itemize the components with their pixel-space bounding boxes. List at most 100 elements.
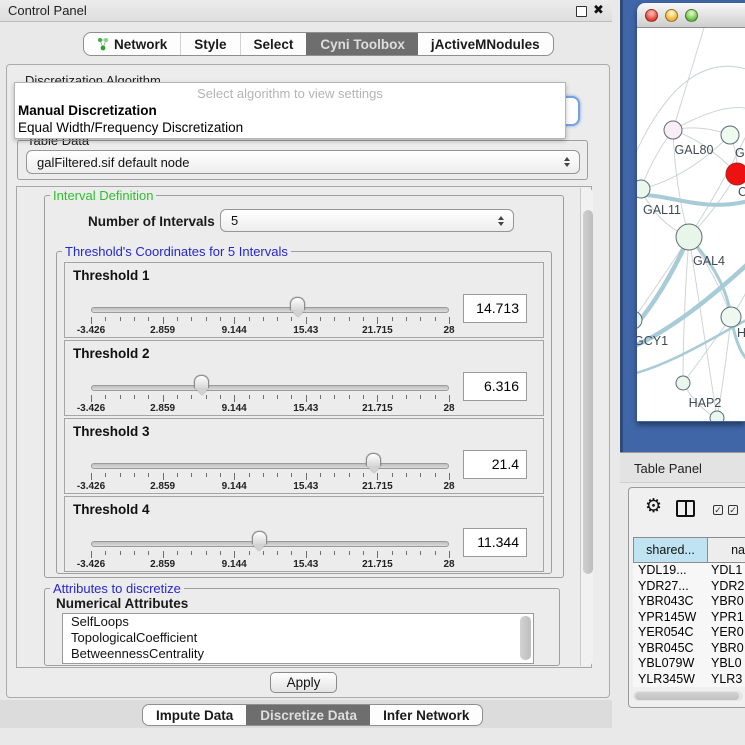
float-window-icon[interactable]: [576, 6, 587, 17]
attribute-item-selfloops[interactable]: SelfLoops: [63, 614, 533, 630]
threshold-label: Threshold 3: [73, 424, 150, 439]
tick-label: 9.144: [222, 481, 247, 492]
node-label: GCY1: [637, 334, 668, 348]
cell-name[interactable]: YBR0: [707, 594, 745, 610]
network-node-gal4[interactable]: [676, 224, 702, 250]
cell-name[interactable]: YDL1: [707, 563, 745, 579]
tab-label: Network: [114, 37, 167, 52]
cell-shared-name[interactable]: YDL19...: [633, 563, 707, 579]
network-node-h[interactable]: [721, 307, 741, 327]
network-node[interactable]: [710, 411, 724, 421]
threshold-value-field[interactable]: 14.713: [463, 294, 527, 323]
network-node-g[interactable]: [721, 126, 739, 144]
tab-label: Cyni Toolbox: [320, 37, 405, 52]
threshold-slider-track[interactable]: [91, 541, 449, 547]
threshold-slider-track[interactable]: [91, 307, 449, 313]
close-traffic-light-icon[interactable]: [645, 9, 658, 22]
tick-label: -3.426: [77, 325, 105, 336]
tick-label: -3.426: [77, 559, 105, 570]
tab-label: Infer Network: [383, 708, 469, 723]
attribute-item-betweennesscentrality[interactable]: BetweennessCentrality: [63, 646, 533, 662]
node-label: GAL11: [643, 203, 681, 217]
tab-network[interactable]: Network: [84, 33, 180, 55]
threshold-panel: Threshold 4 -3.4262.8599.14415.4321.7152…: [64, 496, 544, 572]
threshold-slider-track[interactable]: [91, 385, 449, 391]
tab-jactivemnodules[interactable]: jActiveMNodules: [418, 33, 553, 55]
network-edge[interactable]: [641, 130, 673, 189]
cell-name[interactable]: YDR2: [707, 579, 745, 595]
threshold-slider-handle[interactable]: [194, 375, 209, 395]
algorithm-option-equal-width-frequency[interactable]: Equal Width/Frequency Discretization: [18, 120, 243, 135]
threshold-slider-handle[interactable]: [366, 453, 381, 473]
tab-style[interactable]: Style: [180, 33, 239, 55]
threshold-slider-handle[interactable]: [252, 531, 267, 551]
attributes-scrollbar-thumb[interactable]: [520, 616, 531, 660]
cell-shared-name[interactable]: YDR27...: [633, 579, 707, 595]
table-row[interactable]: YLR345WYLR3: [633, 672, 745, 688]
network-node-gal80[interactable]: [664, 121, 682, 139]
horizontal-scrollbar-thumb[interactable]: [635, 692, 739, 700]
network-edge[interactable]: [637, 237, 689, 336]
table-row[interactable]: YBL079WYBL0: [633, 656, 745, 672]
threshold-value-field[interactable]: 11.344: [463, 528, 527, 557]
tab-select[interactable]: Select: [240, 33, 307, 55]
table-toolbar: ⚙ ✓ ✓: [629, 488, 745, 530]
attr-items: SelfLoopsTopologicalCoefficientBetweenne…: [63, 614, 533, 662]
threshold-label: Threshold 1: [73, 268, 150, 283]
numerical-attributes-list[interactable]: SelfLoopsTopologicalCoefficientBetweenne…: [62, 613, 534, 664]
column-header-shared-name[interactable]: shared...: [634, 538, 708, 562]
table-row[interactable]: YDR27...YDR2: [633, 579, 745, 595]
cell-name[interactable]: YER0: [707, 625, 745, 641]
network-node-hap2[interactable]: [676, 376, 690, 390]
cell-shared-name[interactable]: YPR145W: [633, 610, 707, 626]
network-node-gcy1[interactable]: [637, 311, 642, 329]
gear-icon[interactable]: ⚙: [645, 497, 662, 517]
cell-name[interactable]: YLR3: [707, 672, 745, 688]
table-row[interactable]: YDL19...YDL1: [633, 563, 745, 579]
threshold-slider-track[interactable]: [91, 463, 449, 469]
table-data-combobox[interactable]: galFiltered.sif default node: [26, 150, 580, 174]
network-graph[interactable]: GAL80GCGAL11GAL4GCY1HHAP2: [637, 28, 745, 421]
threshold-slider-handle[interactable]: [290, 297, 305, 317]
network-node-gal11[interactable]: [637, 180, 650, 198]
cell-name[interactable]: YBL0: [707, 656, 745, 672]
cell-name[interactable]: YBR0: [707, 641, 745, 657]
table-row[interactable]: YBR045CYBR0: [633, 641, 745, 657]
algorithm-option-manual-discretization[interactable]: Manual Discretization: [18, 103, 157, 118]
cell-shared-name[interactable]: YLR345W: [633, 672, 707, 688]
tab-infer-network[interactable]: Infer Network: [370, 705, 482, 725]
column-header-name[interactable]: na: [708, 538, 745, 562]
threshold-value-field[interactable]: 6.316: [463, 372, 527, 401]
vertical-scrollbar-thumb[interactable]: [583, 210, 593, 574]
network-canvas[interactable]: GAL80GCGAL11GAL4GCY1HHAP2: [637, 28, 745, 421]
tab-impute-data[interactable]: Impute Data: [143, 705, 246, 725]
checkbox-icon[interactable]: ✓: [713, 505, 723, 515]
horizontal-scrollbar[interactable]: [633, 691, 743, 701]
table-row[interactable]: YER054CYER0: [633, 625, 745, 641]
apply-button[interactable]: Apply: [270, 672, 337, 693]
split-columns-icon[interactable]: [676, 500, 695, 517]
cell-name[interactable]: YPR1: [707, 610, 745, 626]
table-row[interactable]: YPR145WYPR1: [633, 610, 745, 626]
cell-shared-name[interactable]: YBR043C: [633, 594, 707, 610]
table-row[interactable]: YBR043CYBR0: [633, 594, 745, 610]
threshold-value-field[interactable]: 21.4: [463, 450, 527, 479]
checkbox-icon[interactable]: ✓: [728, 505, 738, 515]
tick-label: 15.43: [293, 481, 318, 492]
cell-shared-name[interactable]: YBL079W: [633, 656, 707, 672]
cell-shared-name[interactable]: YBR045C: [633, 641, 707, 657]
table-header-row: shared... na: [633, 537, 745, 563]
number-of-intervals-value: 5: [231, 213, 238, 228]
network-edge[interactable]: [683, 237, 689, 383]
attribute-item-topologicalcoefficient[interactable]: TopologicalCoefficient: [63, 630, 533, 646]
minimize-traffic-light-icon[interactable]: [665, 9, 678, 22]
zoom-traffic-light-icon[interactable]: [685, 9, 698, 22]
vertical-scrollbar[interactable]: [580, 188, 593, 666]
tab-discretize-data[interactable]: Discretize Data: [246, 705, 370, 725]
network-node-c[interactable]: [726, 163, 745, 185]
number-of-intervals-combobox[interactable]: 5: [220, 209, 514, 232]
tab-cyni-toolbox[interactable]: Cyni Toolbox: [306, 33, 418, 55]
node-label: H: [737, 326, 745, 340]
close-icon[interactable]: ✖: [593, 2, 604, 18]
cell-shared-name[interactable]: YER054C: [633, 625, 707, 641]
